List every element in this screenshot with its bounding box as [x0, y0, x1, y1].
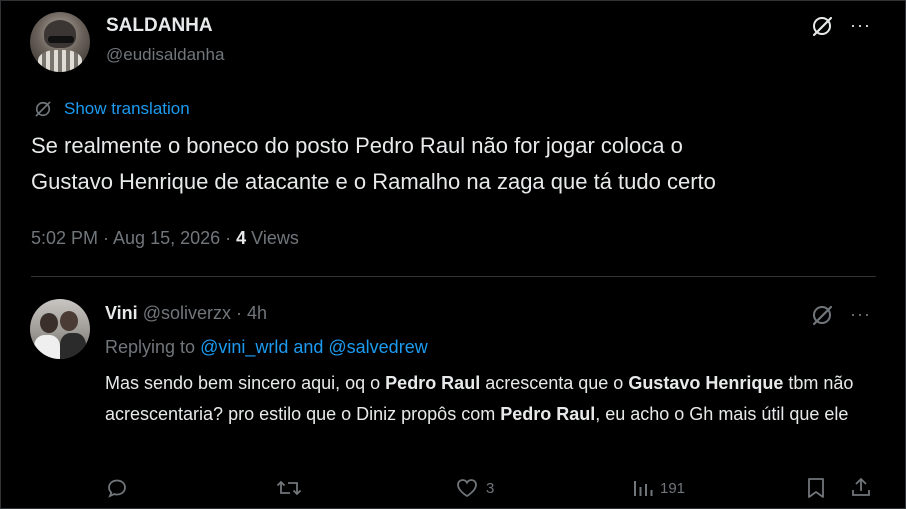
- reply-header: Vini @soliverzx · 4h: [105, 302, 267, 324]
- views-button[interactable]: 191: [632, 476, 685, 500]
- reply-text: Mas sendo bem sincero aqui, oq o Pedro R…: [105, 368, 885, 430]
- avatar-person-left: [40, 313, 58, 333]
- tweet-timestamp[interactable]: 5:02 PM · Aug 15, 2026 ·: [31, 228, 236, 248]
- grok-icon[interactable]: [810, 14, 834, 43]
- reply-avatar[interactable]: [30, 299, 90, 359]
- heart-icon: [457, 479, 477, 498]
- show-translation-link[interactable]: Show translation: [64, 99, 190, 119]
- author-name[interactable]: SALDANHA: [106, 15, 213, 37]
- replying-to-users[interactable]: @vini_wrld and @salvedrew: [200, 337, 428, 357]
- divider: [31, 276, 876, 277]
- reply-author-name[interactable]: Vini: [105, 303, 138, 323]
- avatar[interactable]: [30, 12, 90, 72]
- views-count: 191: [660, 479, 686, 497]
- views-label: Views: [246, 228, 299, 248]
- retweet-icon: [276, 480, 302, 496]
- reply-text-segment: Mas sendo bem sincero aqui, oq o: [105, 373, 386, 393]
- tweet-text-line-2: Gustavo Henrique de atacante e o Ramalho…: [31, 169, 716, 194]
- reply-author-handle[interactable]: @soliverzx: [143, 303, 231, 323]
- reply-icon: [108, 479, 126, 498]
- reply-more-icon[interactable]: ···: [850, 305, 871, 323]
- tweet-text-line-1: Se realmente o boneco do posto Pedro Rau…: [31, 133, 683, 158]
- reply-text-segment: Pedro Raul: [500, 404, 596, 424]
- reply-button[interactable]: [105, 476, 135, 500]
- avatar-shirt-right: [60, 333, 86, 359]
- translate-icon[interactable]: [33, 99, 53, 124]
- views-count: 4: [236, 228, 247, 248]
- share-icon[interactable]: [850, 475, 872, 504]
- views-icon: [634, 481, 653, 496]
- reply-text-segment: , eu acho o Gh mais útil que ele: [595, 404, 849, 424]
- avatar-person-right: [60, 311, 78, 331]
- avatar-sunglasses: [48, 36, 74, 43]
- reply-grok-icon[interactable]: [810, 303, 834, 332]
- retweet-button[interactable]: [276, 476, 308, 500]
- author-handle[interactable]: @eudisaldanha: [106, 45, 224, 65]
- reply-text-segment: Pedro Raul: [385, 373, 481, 393]
- tweet-frame: [0, 0, 906, 509]
- avatar-shirt: [38, 50, 82, 72]
- like-count: 3: [486, 479, 495, 497]
- bookmark-icon[interactable]: [805, 476, 827, 505]
- reply-text-segment: acrescenta que o: [480, 373, 629, 393]
- avatar-figure: [44, 20, 76, 48]
- replying-to-label: Replying to: [105, 337, 201, 357]
- reply-time[interactable]: · 4h: [231, 303, 267, 323]
- avatar-shirt-left: [34, 335, 60, 359]
- replying-to: Replying to @vini_wrld and @salvedrew: [105, 336, 428, 358]
- more-icon[interactable]: ···: [850, 16, 871, 34]
- tweet-meta: 5:02 PM · Aug 15, 2026 · 4 Views: [31, 227, 299, 249]
- like-button[interactable]: 3: [454, 476, 494, 500]
- reply-text-segment: Gustavo Henrique: [628, 373, 784, 393]
